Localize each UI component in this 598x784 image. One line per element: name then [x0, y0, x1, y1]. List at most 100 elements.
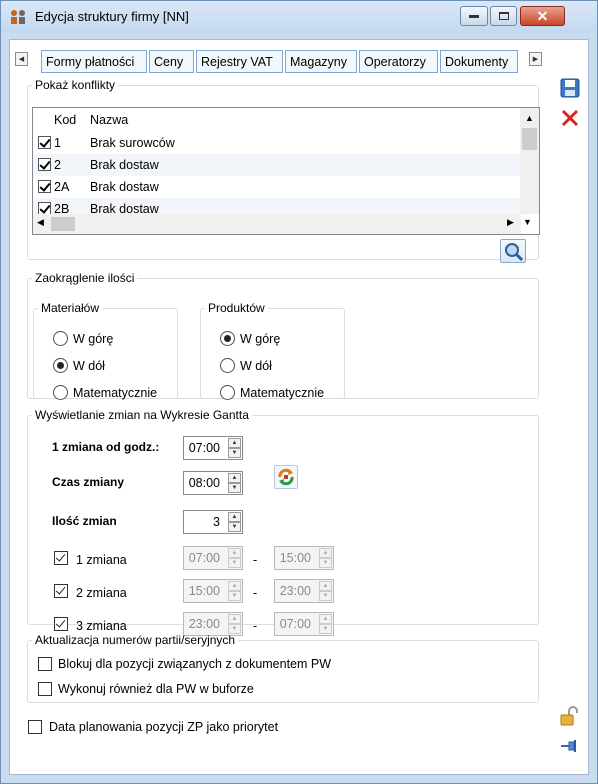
spin-down-icon[interactable]: ▼ — [319, 591, 332, 601]
spin-up-icon[interactable]: ▲ — [228, 438, 241, 448]
products-round-down-radio[interactable] — [220, 358, 235, 373]
shift-1-from-spinner[interactable]: ▲ ▼ — [228, 548, 241, 568]
app-icon — [11, 10, 25, 24]
shift-duration-label: Czas zmiany — [52, 475, 125, 489]
edit-company-structure-window: Edycja struktury firmy [NN] ✕ ◀ Formy pł… — [0, 0, 598, 784]
shift-2-from-input[interactable]: 15:00 ▲ ▼ — [183, 579, 243, 603]
maximize-button[interactable] — [490, 6, 517, 26]
conflicts-horizontal-scrollbar[interactable]: ◀ ▶ — [33, 214, 521, 234]
first-shift-time-input[interactable]: 07:00 ▲ ▼ — [183, 436, 243, 460]
conflict-code: 1 — [54, 136, 61, 150]
spin-up-icon[interactable]: ▲ — [228, 581, 241, 591]
shift-3-checkbox[interactable] — [54, 617, 68, 631]
materials-round-up-radio[interactable] — [53, 331, 68, 346]
rounding-legend: Zaokrąglenie ilości — [35, 271, 135, 285]
scroll-down-icon[interactable]: ▼ — [523, 217, 532, 227]
shift-2-from-spinner[interactable]: ▲ ▼ — [228, 581, 241, 601]
shift-duration-input[interactable]: 08:00 ▲ ▼ — [183, 471, 243, 495]
conflict-row[interactable]: 2 Brak dostaw — [33, 154, 521, 176]
tab-scroll-left-button[interactable]: ◀ — [15, 52, 28, 66]
shift-2-checkbox[interactable] — [54, 584, 68, 598]
horizontal-scroll-thumb[interactable] — [51, 217, 75, 231]
refresh-shifts-button[interactable] — [274, 465, 298, 489]
conflict-row-checkbox[interactable] — [38, 158, 51, 171]
first-shift-time-value: 07:00 — [188, 441, 220, 455]
tab-dokumenty[interactable]: Dokumenty — [440, 50, 518, 73]
window-title: Edycja struktury firmy [NN] — [35, 9, 189, 24]
conflicts-list[interactable]: Kod Nazwa 1 Brak surowców 2 Brak dostaw — [32, 107, 540, 235]
column-header-nazwa[interactable]: Nazwa — [90, 113, 128, 127]
spin-down-icon[interactable]: ▼ — [319, 558, 332, 568]
tab-magazyny[interactable]: Magazyny — [285, 50, 357, 73]
spin-down-icon[interactable]: ▼ — [228, 448, 241, 458]
zp-planning-date-priority-checkbox[interactable] — [28, 720, 42, 734]
shift-1-to-spinner[interactable]: ▲ ▼ — [319, 548, 332, 568]
spin-down-icon[interactable]: ▼ — [228, 483, 241, 493]
spin-up-icon[interactable]: ▲ — [319, 548, 332, 558]
spin-up-icon[interactable]: ▲ — [228, 548, 241, 558]
minimize-button[interactable] — [460, 6, 488, 26]
tab-ceny[interactable]: Ceny — [149, 50, 194, 73]
refresh-arrows-icon — [278, 468, 294, 486]
close-button[interactable]: ✕ — [520, 6, 565, 26]
spin-up-icon[interactable]: ▲ — [228, 473, 241, 483]
title-bar[interactable]: Edycja struktury firmy [NN] ✕ — [1, 1, 597, 33]
close-icon: ✕ — [536, 7, 549, 24]
shift-1-to-input[interactable]: 15:00 ▲ ▼ — [274, 546, 334, 570]
delete-x-icon — [561, 109, 579, 127]
spin-down-icon[interactable]: ▼ — [228, 522, 241, 532]
column-header-kod[interactable]: Kod — [54, 113, 76, 127]
conflict-row[interactable]: 2A Brak dostaw — [33, 176, 521, 198]
shift-1-from-input[interactable]: 07:00 ▲ ▼ — [183, 546, 243, 570]
products-round-up-label: W górę — [240, 332, 281, 346]
shift-2-to-spinner[interactable]: ▲ ▼ — [319, 581, 332, 601]
conflict-row-checkbox[interactable] — [38, 136, 51, 149]
shift-2-to-value: 23:00 — [279, 584, 311, 598]
shift-1-checkbox[interactable] — [54, 551, 68, 565]
vertical-scroll-thumb[interactable] — [522, 128, 537, 150]
save-button[interactable] — [558, 76, 582, 100]
pin-button[interactable] — [557, 734, 581, 758]
shift-count-spinner[interactable]: ▲ ▼ — [228, 512, 241, 532]
conflicts-vertical-scrollbar[interactable]: ▲ — [520, 108, 539, 214]
spin-up-icon[interactable]: ▲ — [228, 512, 241, 522]
tab-rejestry-vat[interactable]: Rejestry VAT — [196, 50, 283, 73]
conflict-row-checkbox[interactable] — [38, 180, 51, 193]
conflicts-group: Pokaż konflikty Kod Nazwa 1 Brak surowcó… — [27, 78, 540, 263]
shift-3-to-spinner[interactable]: ▲ ▼ — [319, 614, 332, 634]
shift-duration-spinner[interactable]: ▲ ▼ — [228, 473, 241, 493]
block-pw-positions-checkbox[interactable] — [38, 657, 52, 671]
materials-round-down-label: W dół — [73, 359, 105, 373]
tab-scroll-right-button[interactable]: ▶ — [529, 52, 542, 66]
materials-round-down-radio[interactable] — [53, 358, 68, 373]
spin-down-icon[interactable]: ▼ — [228, 591, 241, 601]
tab-operatorzy[interactable]: Operatorzy — [359, 50, 438, 73]
spin-up-icon[interactable]: ▲ — [319, 614, 332, 624]
conflicts-legend: Pokaż konflikty — [35, 78, 116, 92]
spin-up-icon[interactable]: ▲ — [228, 614, 241, 624]
pw-in-buffer-checkbox[interactable] — [38, 682, 52, 696]
shift-2-to-input[interactable]: 23:00 ▲ ▼ — [274, 579, 334, 603]
tab-formy-platnosci[interactable]: Formy płatności — [41, 50, 147, 73]
scroll-left-icon[interactable]: ◀ — [37, 217, 44, 228]
scroll-right-icon[interactable]: ▶ — [507, 217, 514, 228]
spin-down-icon[interactable]: ▼ — [228, 558, 241, 568]
first-shift-spinner[interactable]: ▲ ▼ — [228, 438, 241, 458]
conflict-row[interactable]: 1 Brak surowców — [33, 132, 521, 154]
shift-3-from-spinner[interactable]: ▲ ▼ — [228, 614, 241, 634]
scroll-up-icon[interactable]: ▲ — [525, 113, 534, 123]
spin-up-icon[interactable]: ▲ — [319, 581, 332, 591]
conflict-name: Brak dostaw — [90, 158, 159, 172]
materials-round-up-label: W górę — [73, 332, 114, 346]
shift-3-to-value: 07:00 — [279, 617, 311, 631]
save-icon — [560, 78, 580, 98]
unlock-button[interactable] — [557, 704, 581, 728]
materials-round-math-label: Matematycznie — [73, 386, 158, 400]
shift-count-input[interactable]: 3 ▲ ▼ — [183, 510, 243, 534]
search-conflicts-button[interactable] — [500, 239, 526, 263]
delete-button[interactable] — [558, 106, 582, 130]
products-round-up-radio[interactable] — [220, 331, 235, 346]
products-round-math-radio[interactable] — [220, 385, 235, 400]
pw-in-buffer-label: Wykonuj również dla PW w buforze — [58, 682, 254, 696]
materials-round-math-radio[interactable] — [53, 385, 68, 400]
